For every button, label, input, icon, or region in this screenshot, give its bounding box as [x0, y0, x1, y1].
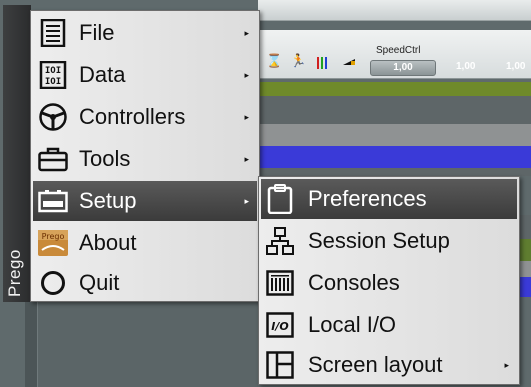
- workspace-scroll-strip[interactable]: [25, 300, 38, 387]
- setup-submenu: Preferences Session Setup Consoles I/O L…: [258, 176, 520, 385]
- submenu-item-session-setup[interactable]: Session Setup: [261, 221, 517, 261]
- submenu-item-preferences[interactable]: Preferences: [261, 179, 517, 219]
- data-binary-icon: IOI IOI: [37, 59, 69, 91]
- svg-text:Prego: Prego: [42, 232, 65, 241]
- toolbox-icon: [37, 143, 69, 175]
- track-band-dark: [258, 168, 531, 176]
- menu-item-file[interactable]: File ▸: [33, 13, 257, 53]
- menu-item-about[interactable]: Prego About: [33, 223, 257, 263]
- hourglass-icon[interactable]: ⌛: [266, 55, 282, 69]
- menu-item-quit[interactable]: Quit: [33, 263, 257, 303]
- prego-tab-label: Prego: [5, 249, 24, 297]
- runner-icon[interactable]: 🏃: [290, 55, 306, 69]
- menu-item-label: Controllers: [79, 104, 186, 129]
- svg-text:IOI: IOI: [45, 66, 61, 76]
- prego-menu-tab[interactable]: Prego: [3, 5, 31, 302]
- track-band-dark: [258, 96, 531, 124]
- menu-item-data[interactable]: IOI IOI Data ▸: [33, 55, 257, 95]
- menu-item-label: Data: [79, 62, 126, 87]
- volume-ramp-icon[interactable]: [342, 55, 356, 69]
- layout-split-icon: [264, 349, 296, 381]
- submenu-item-consoles[interactable]: Consoles: [261, 263, 517, 303]
- speed-value-field[interactable]: 1,00: [370, 60, 436, 76]
- console-grid-icon: [264, 267, 296, 299]
- track-band-blue: [258, 146, 531, 168]
- file-lines-icon: [37, 17, 69, 49]
- network-tree-icon: [264, 225, 296, 257]
- submenu-item-label: Session Setup: [308, 228, 450, 253]
- color-bars-icon[interactable]: [316, 55, 330, 69]
- circle-quit-icon: [37, 267, 69, 299]
- menu-item-label: File: [79, 20, 115, 45]
- prego-logo-icon: Prego: [37, 227, 69, 259]
- track-band-gray: [258, 124, 531, 146]
- workspace-area: [25, 300, 258, 387]
- menu-item-tools[interactable]: Tools ▸: [33, 139, 257, 179]
- submenu-item-local-io[interactable]: I/O Local I/O: [261, 305, 517, 345]
- submenu-item-screen-layout[interactable]: Screen layout ▸: [261, 345, 517, 385]
- submenu-arrow-icon: ▸: [244, 69, 249, 80]
- speed-value: 1,00: [506, 61, 526, 72]
- menu-item-label: About: [79, 230, 137, 255]
- menu-item-label: Tools: [79, 146, 131, 171]
- submenu-arrow-icon: ▸: [244, 153, 249, 164]
- submenu-arrow-icon: ▸: [504, 359, 509, 370]
- menu-item-setup[interactable]: Setup ▸: [33, 181, 257, 221]
- submenu-item-label: Consoles: [308, 270, 400, 295]
- clipboard-icon: [264, 183, 296, 215]
- submenu-arrow-icon: ▸: [244, 195, 249, 206]
- io-icon: I/O: [264, 309, 296, 341]
- prego-main-menu: File ▸ IOI IOI Data ▸ Controllers ▸ Tools…: [30, 10, 260, 302]
- speed-value: 1,00: [456, 61, 476, 72]
- menu-item-label: Quit: [79, 270, 120, 295]
- speed-control-label: SpeedCtrl: [376, 45, 421, 56]
- track-band-green: [258, 82, 531, 96]
- setup-panel-icon: [37, 185, 69, 217]
- menu-item-controllers[interactable]: Controllers ▸: [33, 97, 257, 137]
- menu-item-label: Setup: [79, 188, 137, 213]
- window-titlebar: [258, 0, 531, 21]
- submenu-item-label: Preferences: [308, 186, 427, 211]
- submenu-item-label: Local I/O: [308, 312, 397, 337]
- submenu-arrow-icon: ▸: [244, 111, 249, 122]
- submenu-arrow-icon: ▸: [244, 27, 249, 38]
- steering-wheel-icon: [37, 101, 69, 133]
- submenu-item-label: Screen layout: [308, 352, 443, 377]
- svg-text:IOI: IOI: [45, 77, 61, 87]
- svg-text:I/O: I/O: [271, 320, 288, 333]
